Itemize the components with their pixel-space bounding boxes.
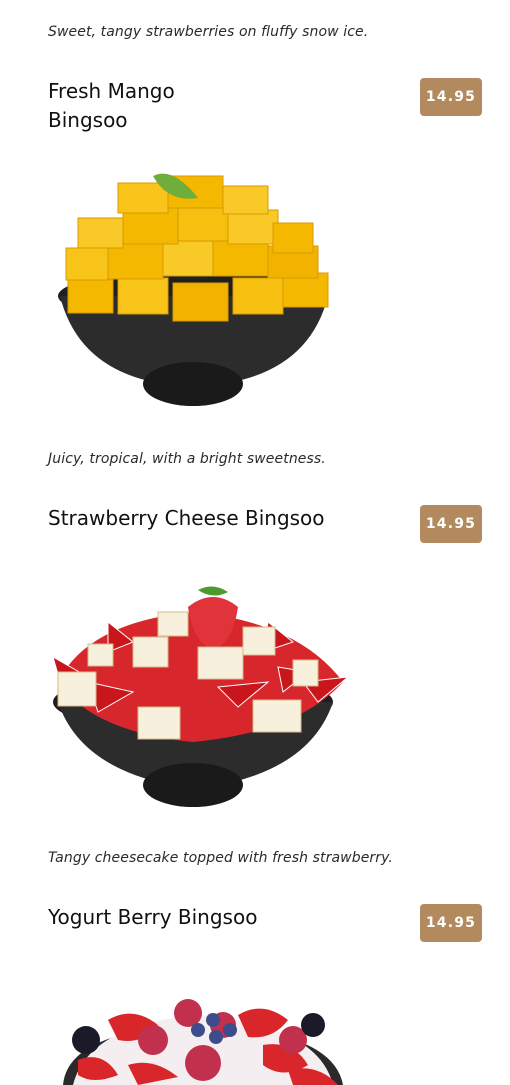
item-title-line: Bingsoo (48, 108, 128, 132)
strawberry-cheese-bingsoo-photo (52, 586, 350, 807)
item-title: Strawberry Cheese Bingsoo (48, 506, 325, 530)
price-badge: 14.95 (420, 78, 482, 116)
item-title: Fresh Mango Bingsoo (48, 77, 175, 135)
item-title: Yogurt Berry Bingsoo (48, 905, 258, 929)
item-description: Sweet, tangy strawberries on fluffy snow… (48, 24, 369, 40)
item-description: Tangy cheesecake topped with fresh straw… (48, 850, 393, 866)
price-badge: 14.95 (420, 505, 482, 543)
item-title-line: Fresh Mango (48, 79, 175, 103)
item-description: Juicy, tropical, with a bright sweetness… (48, 451, 326, 467)
mango-bingsoo-photo (58, 173, 329, 406)
price-badge: 14.95 (420, 904, 482, 942)
yogurt-berry-bingsoo-photo (63, 999, 343, 1085)
